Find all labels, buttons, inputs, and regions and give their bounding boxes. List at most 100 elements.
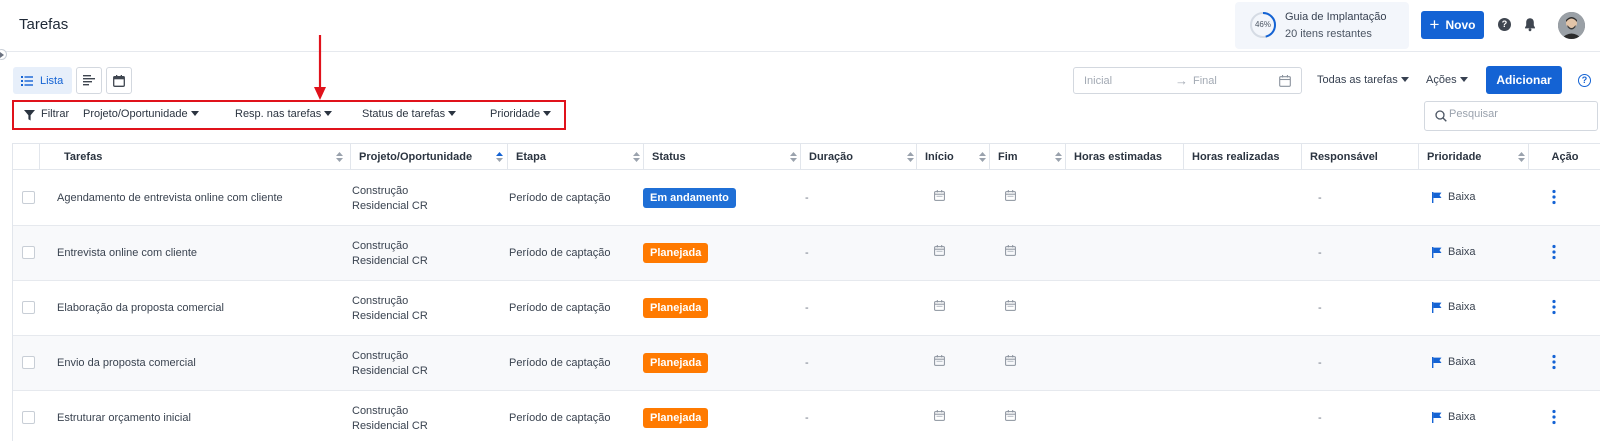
row-checkbox[interactable]: [22, 301, 35, 314]
col-project[interactable]: Projeto/Oportunidade: [351, 144, 508, 170]
view-list-button[interactable]: Lista: [13, 67, 72, 94]
filter-status[interactable]: Status de tarefas: [362, 108, 457, 120]
filter-project[interactable]: Projeto/Oportunidade: [83, 108, 199, 120]
duration-value: -: [805, 357, 809, 369]
col-responsible[interactable]: Responsável: [1302, 144, 1419, 170]
col-stage-label: Etapa: [516, 151, 546, 163]
guide-progress-ring: 46%: [1249, 11, 1277, 39]
status-badge[interactable]: Em andamento: [643, 188, 736, 208]
col-status[interactable]: Status: [644, 144, 801, 170]
filter-priority[interactable]: Prioridade: [490, 108, 552, 120]
duration-value: -: [805, 192, 809, 204]
calendar-icon[interactable]: [1005, 245, 1016, 256]
task-name[interactable]: Entrevista online com cliente: [57, 247, 197, 259]
sidebar-toggle[interactable]: [0, 49, 7, 60]
view-calendar-button[interactable]: [106, 67, 132, 94]
task-name[interactable]: Elaboração da proposta comercial: [57, 302, 224, 314]
date-range-picker[interactable]: Inicial → Final: [1073, 67, 1302, 94]
task-name[interactable]: Envio da proposta comercial: [57, 357, 196, 369]
view-gantt-button[interactable]: [76, 67, 102, 94]
search-input[interactable]: [1449, 108, 1589, 120]
caret-down-icon: [1459, 77, 1468, 82]
responsible-value: -: [1318, 247, 1322, 259]
stage-name: Período de captação: [509, 247, 611, 259]
plus-icon: +: [1429, 14, 1440, 34]
filter-responsible[interactable]: Resp. nas tarefas: [235, 108, 333, 120]
calendar-icon[interactable]: [934, 355, 945, 366]
priority-value[interactable]: Baixa: [1432, 411, 1476, 423]
col-duration[interactable]: Duração: [801, 144, 917, 170]
list-icon: [21, 75, 33, 86]
bell-icon[interactable]: [1523, 17, 1537, 32]
responsible-value: -: [1318, 192, 1322, 204]
add-button[interactable]: Adicionar: [1486, 66, 1562, 94]
responsible-value: -: [1318, 357, 1322, 369]
implementation-guide[interactable]: 46% Guia de Implantação 20 itens restant…: [1235, 2, 1409, 49]
priority-value[interactable]: Baixa: [1432, 246, 1476, 258]
project-line-2: Residencial CR: [352, 420, 428, 432]
status-badge[interactable]: Planejada: [643, 298, 709, 318]
project-line-2: Residencial CR: [352, 200, 428, 212]
guide-subtitle: 20 itens restantes: [1285, 28, 1372, 40]
filter-responsible-label: Resp. nas tarefas: [235, 108, 322, 120]
row-checkbox[interactable]: [22, 356, 35, 369]
filter-priority-label: Prioridade: [490, 108, 541, 120]
col-actual-hours[interactable]: Horas realizadas: [1184, 144, 1302, 170]
all-tasks-dropdown[interactable]: Todas as tarefas: [1317, 74, 1409, 86]
actions-dropdown[interactable]: Ações: [1426, 74, 1468, 86]
calendar-icon[interactable]: [934, 300, 945, 311]
calendar-icon[interactable]: [934, 410, 945, 421]
table-row: Envio da proposta comercial Construção R…: [13, 336, 1600, 391]
more-options-icon[interactable]: [1551, 244, 1557, 260]
calendar-icon[interactable]: [1005, 410, 1016, 421]
calendar-icon[interactable]: [1005, 300, 1016, 311]
col-end[interactable]: Fim: [990, 144, 1066, 170]
responsible-value: -: [1318, 412, 1322, 424]
row-checkbox[interactable]: [22, 191, 35, 204]
calendar-icon[interactable]: [1005, 355, 1016, 366]
new-button[interactable]: + Novo: [1421, 11, 1484, 39]
calendar-icon[interactable]: [1279, 75, 1291, 87]
row-checkbox[interactable]: [22, 411, 35, 424]
status-badge[interactable]: Planejada: [643, 353, 709, 373]
project-line-1: Construção: [352, 350, 409, 362]
col-start[interactable]: Início: [917, 144, 990, 170]
priority-value[interactable]: Baixa: [1432, 191, 1476, 203]
col-stage[interactable]: Etapa: [508, 144, 644, 170]
filter-icon: [24, 110, 35, 121]
actions-label: Ações: [1426, 74, 1457, 86]
calendar-icon[interactable]: [934, 190, 945, 201]
new-button-label: Novo: [1445, 18, 1476, 32]
more-options-icon[interactable]: [1551, 354, 1557, 370]
col-priority[interactable]: Prioridade: [1419, 144, 1529, 170]
search-box[interactable]: [1424, 101, 1598, 131]
col-tasks[interactable]: Tarefas: [40, 144, 351, 170]
calendar-icon[interactable]: [1005, 190, 1016, 201]
more-options-icon[interactable]: [1551, 189, 1557, 205]
status-badge[interactable]: Planejada: [643, 243, 709, 263]
more-options-icon[interactable]: [1551, 409, 1557, 425]
flag-icon: [1432, 411, 1442, 423]
avatar[interactable]: [1558, 12, 1585, 39]
page-title: Tarefas: [19, 16, 69, 33]
more-options-icon[interactable]: [1551, 299, 1557, 315]
col-estimated-hours[interactable]: Horas estimadas: [1066, 144, 1184, 170]
priority-value[interactable]: Baixa: [1432, 356, 1476, 368]
priority-value[interactable]: Baixa: [1432, 301, 1476, 313]
task-name[interactable]: Estruturar orçamento inicial: [57, 412, 191, 424]
table-row: Elaboração da proposta comercial Constru…: [13, 281, 1600, 336]
stage-name: Período de captação: [509, 302, 611, 314]
task-name[interactable]: Agendamento de entrevista online com cli…: [57, 192, 283, 204]
date-start-field[interactable]: Inicial: [1084, 75, 1112, 87]
sort-icon: [1518, 152, 1525, 162]
help-icon[interactable]: ?: [1578, 74, 1591, 87]
gantt-icon: [83, 75, 95, 86]
date-end-field[interactable]: Final: [1193, 75, 1217, 87]
row-checkbox[interactable]: [22, 246, 35, 259]
filter-bar: Filtrar Projeto/Oportunidade Resp. nas t…: [12, 100, 566, 130]
calendar-icon[interactable]: [934, 245, 945, 256]
flag-icon: [1432, 301, 1442, 313]
col-start-label: Início: [925, 151, 954, 163]
help-icon[interactable]: ?: [1498, 18, 1511, 31]
status-badge[interactable]: Planejada: [643, 408, 709, 428]
